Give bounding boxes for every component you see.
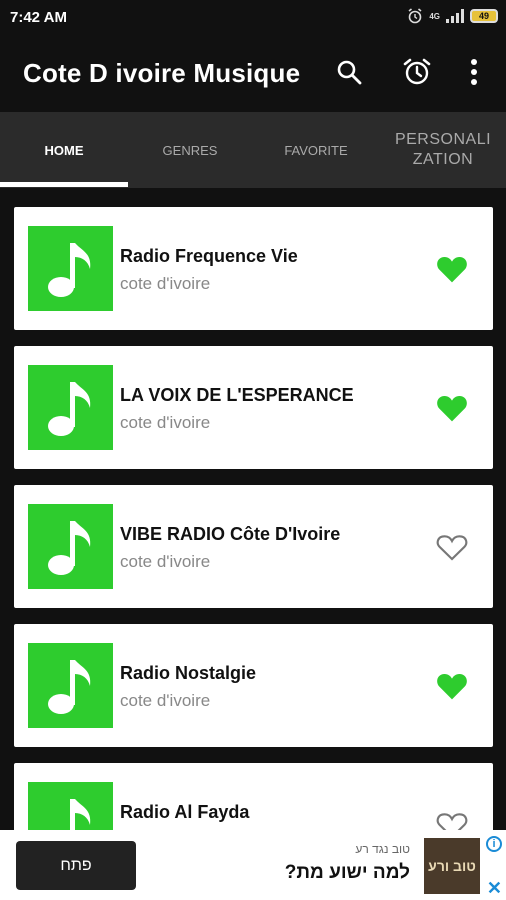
station-name: VIBE RADIO Côte D'Ivoire bbox=[120, 524, 341, 544]
station-name: LA VOIX DE L'ESPERANCE bbox=[120, 385, 354, 405]
tab-bar: HOME GENRES FAVORITE PERSONALI ZATION bbox=[0, 112, 506, 188]
station-card[interactable]: Radio Nostalgie cote d'ivoire bbox=[14, 624, 493, 747]
music-note-icon bbox=[69, 798, 90, 830]
station-name: Radio Frequence Vie bbox=[120, 246, 298, 266]
tab-favorite[interactable]: FAVORITE bbox=[252, 112, 380, 188]
station-name: Radio Nostalgie bbox=[120, 663, 257, 683]
app-bar: Cote D ivoire Musique bbox=[0, 34, 506, 112]
station-card[interactable]: Radio Al Fayda bbox=[14, 763, 493, 830]
ad-banner[interactable]: פתח טוב נגד רע למה ישוע מת? טוב ורע i ✕ bbox=[0, 830, 506, 900]
station-thumbnail bbox=[28, 365, 113, 450]
active-tab-indicator bbox=[0, 182, 128, 187]
alarm-status-icon bbox=[408, 8, 422, 24]
heart-filled-icon[interactable] bbox=[436, 671, 468, 701]
station-name: Radio Al Fayda bbox=[120, 802, 250, 822]
station-card[interactable]: LA VOIX DE L'ESPERANCE cote d'ivoire bbox=[14, 346, 493, 469]
station-card[interactable]: VIBE RADIO Côte D'Ivoire cote d'ivoire bbox=[14, 485, 493, 608]
tab-home[interactable]: HOME bbox=[0, 112, 128, 188]
status-time: 7:42 AM bbox=[10, 9, 67, 26]
station-thumbnail bbox=[28, 226, 113, 311]
music-note-icon bbox=[47, 520, 90, 575]
heart-filled-icon[interactable] bbox=[436, 393, 468, 423]
station-location: cote d'ivoire bbox=[120, 552, 211, 571]
station-location: cote d'ivoire bbox=[120, 691, 211, 710]
station-thumbnail bbox=[28, 643, 113, 728]
battery-icon: 49 bbox=[470, 9, 498, 23]
ad-tagline: טוב נגד רע bbox=[355, 842, 410, 856]
tab-personalization[interactable]: PERSONALI ZATION bbox=[380, 112, 506, 188]
station-thumbnail bbox=[28, 782, 113, 830]
ad-headline[interactable]: למה ישוע מת? bbox=[285, 862, 410, 884]
station-location: cote d'ivoire bbox=[120, 274, 211, 293]
overflow-menu-button[interactable] bbox=[456, 54, 492, 90]
music-note-icon bbox=[47, 659, 90, 714]
ad-image[interactable]: טוב ורע bbox=[424, 838, 480, 894]
search-button[interactable] bbox=[331, 54, 367, 90]
tab-genres[interactable]: GENRES bbox=[128, 112, 252, 188]
alarm-clock-icon bbox=[403, 58, 431, 85]
status-icons: 4G 49 bbox=[407, 8, 498, 24]
search-icon bbox=[337, 60, 362, 85]
app-title: Cote D ivoire Musique bbox=[23, 58, 301, 88]
station-thumbnail bbox=[28, 504, 113, 589]
station-list[interactable]: Radio Frequence Vie cote d'ivoire LA VOI… bbox=[0, 188, 506, 830]
ad-open-button[interactable]: פתח bbox=[16, 841, 136, 890]
music-note-icon bbox=[47, 381, 90, 436]
station-card[interactable]: Radio Frequence Vie cote d'ivoire bbox=[14, 207, 493, 330]
heart-outline-icon[interactable] bbox=[436, 532, 468, 562]
ad-info-icon[interactable]: i bbox=[486, 836, 502, 852]
heart-outline-icon[interactable] bbox=[436, 810, 468, 830]
station-location: cote d'ivoire bbox=[120, 413, 211, 432]
signal-icon bbox=[446, 9, 464, 23]
battery-level: 49 bbox=[478, 11, 489, 21]
ad-close-icon[interactable]: ✕ bbox=[487, 878, 502, 899]
more-vert-icon bbox=[471, 59, 477, 85]
network-type-label: 4G bbox=[429, 11, 440, 21]
status-bar: 7:42 AM 4G 49 bbox=[0, 0, 506, 34]
music-note-icon bbox=[47, 242, 90, 297]
heart-filled-icon[interactable] bbox=[436, 254, 468, 284]
alarm-button[interactable] bbox=[399, 54, 435, 90]
